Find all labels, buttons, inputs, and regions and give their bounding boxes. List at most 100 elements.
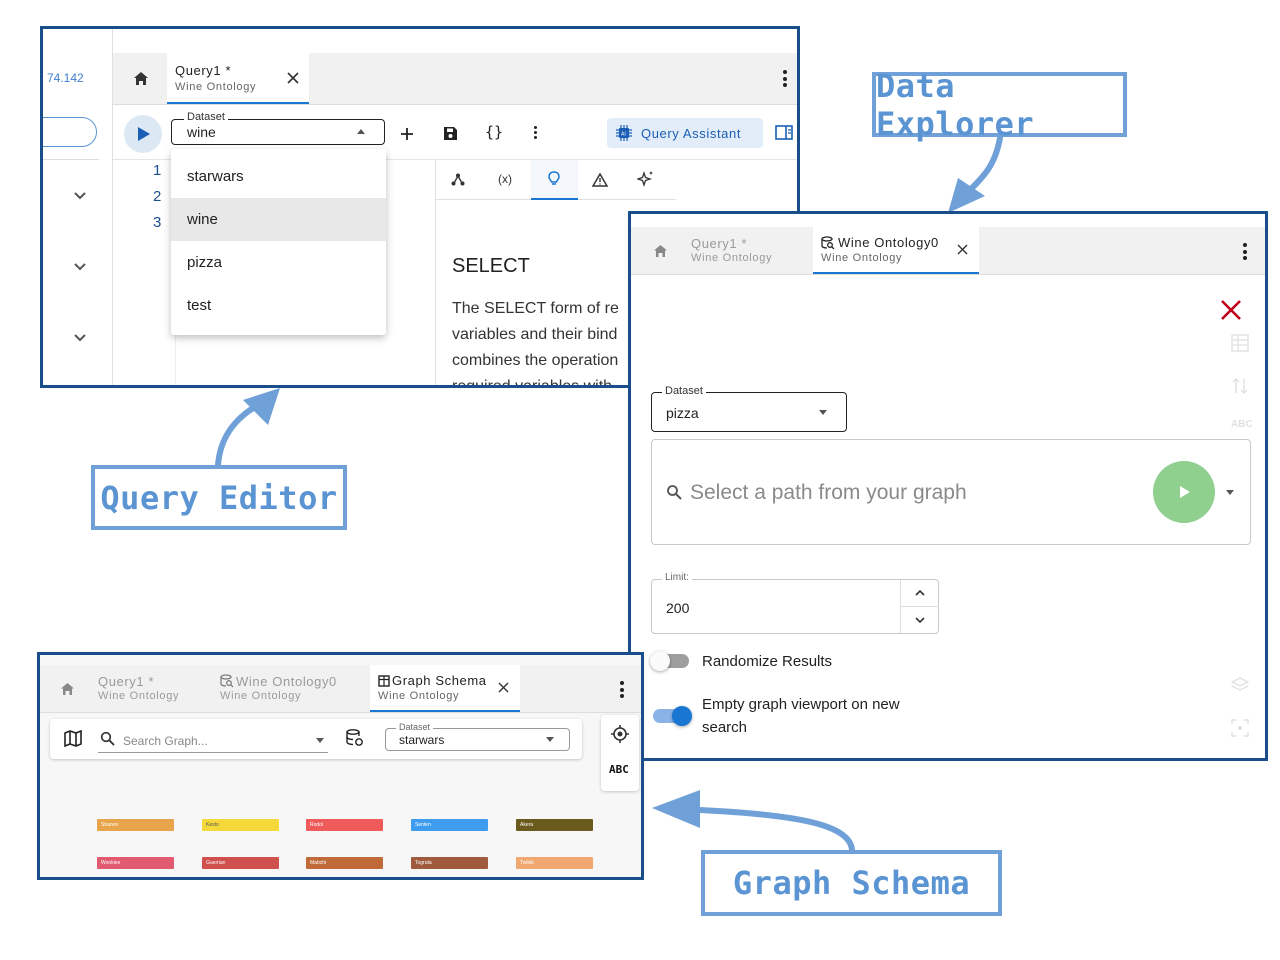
play-icon bbox=[1180, 486, 1190, 498]
save-icon[interactable] bbox=[443, 126, 458, 141]
tab-title: Wine Ontology0 bbox=[838, 235, 939, 250]
dataset-option[interactable]: starwars bbox=[171, 155, 386, 198]
dataset-value: wine bbox=[187, 124, 216, 140]
sparkle-icon[interactable] bbox=[637, 170, 655, 188]
schema-toolbar: Search Graph... Dataset starwars bbox=[50, 719, 582, 759]
tab-query1[interactable]: Query1 * Wine Ontology bbox=[90, 665, 210, 712]
path-search-field[interactable]: Select a path from your graph bbox=[651, 439, 1251, 545]
tab-title: Wine Ontology0 bbox=[236, 674, 337, 689]
locate-icon[interactable] bbox=[610, 724, 630, 744]
limit-label: Limit: bbox=[662, 572, 692, 583]
tab-subtitle: Wine Ontology bbox=[691, 252, 773, 264]
layers-icon[interactable] bbox=[1231, 677, 1249, 693]
dataset-option-selected[interactable]: wine bbox=[171, 198, 386, 241]
tab-query1[interactable]: Query1 * Wine Ontology bbox=[683, 227, 811, 274]
line-number: 1 bbox=[153, 162, 162, 179]
add-icon[interactable] bbox=[400, 127, 414, 141]
dataset-option[interactable]: pizza bbox=[171, 241, 386, 284]
node-chip[interactable]: Twilek bbox=[516, 857, 593, 869]
empty-viewport-label: Empty graph viewport on new bbox=[702, 696, 900, 713]
dataset-value: pizza bbox=[666, 405, 699, 421]
endpoint-pill[interactable] bbox=[43, 117, 97, 147]
tab-subtitle: Wine Ontology bbox=[220, 690, 302, 702]
more-vert-icon[interactable] bbox=[783, 70, 787, 90]
empty-viewport-label: search bbox=[702, 719, 748, 736]
node-chip[interactable]: Guerrian bbox=[202, 857, 279, 869]
format-braces-button[interactable]: {} bbox=[485, 123, 503, 141]
map-icon[interactable] bbox=[64, 730, 82, 747]
graph-schema-callout-text: Graph Schema bbox=[732, 864, 971, 902]
dataset-option[interactable]: test bbox=[171, 284, 386, 327]
tab-wine-ontology0[interactable]: Wine Ontology0 Wine Ontology bbox=[813, 227, 979, 274]
query-editor-tabbar: Query1 * Wine Ontology bbox=[113, 53, 797, 105]
more-vert-icon[interactable] bbox=[1243, 243, 1247, 263]
data-explorer-panel: Query1 * Wine Ontology Wine Ontology0 Wi… bbox=[628, 211, 1268, 761]
search-icon bbox=[100, 731, 115, 746]
dataset-select[interactable]: Dataset starwars bbox=[385, 722, 570, 751]
empty-viewport-toggle[interactable] bbox=[653, 706, 692, 726]
limit-field[interactable]: Limit: 200 bbox=[651, 572, 939, 634]
variables-tab[interactable]: (x) bbox=[498, 172, 512, 186]
close-icon[interactable] bbox=[957, 244, 968, 255]
more-vert-icon[interactable] bbox=[534, 126, 537, 142]
doc-line: combines the operation bbox=[452, 352, 619, 369]
tips-tab[interactable] bbox=[531, 160, 578, 200]
chevron-down-icon[interactable] bbox=[915, 617, 925, 624]
dataset-select[interactable]: Dataset wine bbox=[171, 111, 385, 145]
tab-graph-schema[interactable]: Graph Schema Wine Ontology bbox=[370, 665, 520, 712]
chevron-down-icon[interactable] bbox=[73, 191, 87, 201]
data-search-icon bbox=[220, 674, 234, 688]
doc-tabs: (x) bbox=[436, 160, 676, 200]
run-explore-button[interactable] bbox=[1153, 461, 1215, 523]
randomize-toggle[interactable] bbox=[650, 651, 689, 671]
close-icon[interactable] bbox=[498, 682, 509, 693]
chevron-down-icon[interactable] bbox=[73, 262, 87, 272]
home-icon[interactable] bbox=[60, 682, 75, 696]
graph-search-field[interactable]: Search Graph... bbox=[98, 727, 328, 753]
node-chip[interactable]: Togruta bbox=[411, 857, 488, 869]
graph-schema-arrow-line bbox=[697, 807, 855, 853]
sort-icon[interactable] bbox=[1231, 377, 1249, 395]
doc-line: required variables with bbox=[452, 378, 613, 388]
node-chip[interactable]: Senten bbox=[411, 819, 488, 831]
dataset-label: Dataset bbox=[662, 385, 706, 397]
close-icon[interactable] bbox=[287, 72, 299, 84]
graph-search-placeholder: Search Graph... bbox=[123, 734, 208, 748]
query-assistant-button[interactable]: AI Query Assistant bbox=[607, 118, 763, 148]
svg-text:AI: AI bbox=[621, 132, 626, 138]
doc-line: The SELECT form of re bbox=[452, 300, 619, 317]
node-chip[interactable]: Shanon bbox=[97, 819, 174, 831]
data-explorer-callout-text: Data Explorer bbox=[876, 66, 1035, 143]
more-vert-icon[interactable] bbox=[620, 681, 624, 701]
abc-toggle[interactable]: ABC bbox=[609, 763, 629, 776]
node-chip[interactable]: Mabchi bbox=[306, 857, 383, 869]
chevron-down-icon[interactable] bbox=[73, 333, 87, 343]
limit-stepper bbox=[900, 580, 939, 633]
table-icon bbox=[378, 675, 390, 687]
line-number: 2 bbox=[153, 188, 162, 205]
side-panel-icon[interactable] bbox=[775, 125, 793, 141]
address-fragment: 74.142 bbox=[47, 71, 84, 85]
fit-view-icon[interactable] bbox=[1231, 719, 1249, 737]
node-chip[interactable]: Wookiee bbox=[97, 857, 174, 869]
query-editor-arrow-head bbox=[243, 388, 280, 425]
chevron-up-icon[interactable] bbox=[915, 589, 925, 596]
caret-down-icon bbox=[819, 410, 827, 415]
rail-abc[interactable]: ABC bbox=[1231, 419, 1253, 430]
node-chip[interactable]: Kesto bbox=[202, 819, 279, 831]
caret-down-icon[interactable] bbox=[1226, 490, 1234, 495]
home-icon[interactable] bbox=[133, 71, 149, 86]
tab-wine-ontology0[interactable]: Wine Ontology0 Wine Ontology bbox=[212, 665, 367, 712]
home-icon[interactable] bbox=[653, 244, 668, 258]
dataset-select[interactable]: Dataset pizza bbox=[651, 385, 847, 432]
database-refresh-icon[interactable] bbox=[346, 729, 364, 747]
table-icon[interactable] bbox=[1231, 334, 1249, 352]
tab-query1[interactable]: Query1 * Wine Ontology bbox=[167, 53, 309, 104]
run-query-button[interactable] bbox=[124, 115, 162, 153]
graph-icon[interactable] bbox=[451, 173, 465, 186]
node-chip[interactable]: Rodol bbox=[306, 819, 383, 831]
node-chip[interactable]: Akera bbox=[516, 819, 593, 831]
warning-icon[interactable] bbox=[592, 173, 608, 187]
tab-subtitle: Wine Ontology bbox=[821, 252, 903, 264]
toggle-knob bbox=[650, 651, 670, 671]
